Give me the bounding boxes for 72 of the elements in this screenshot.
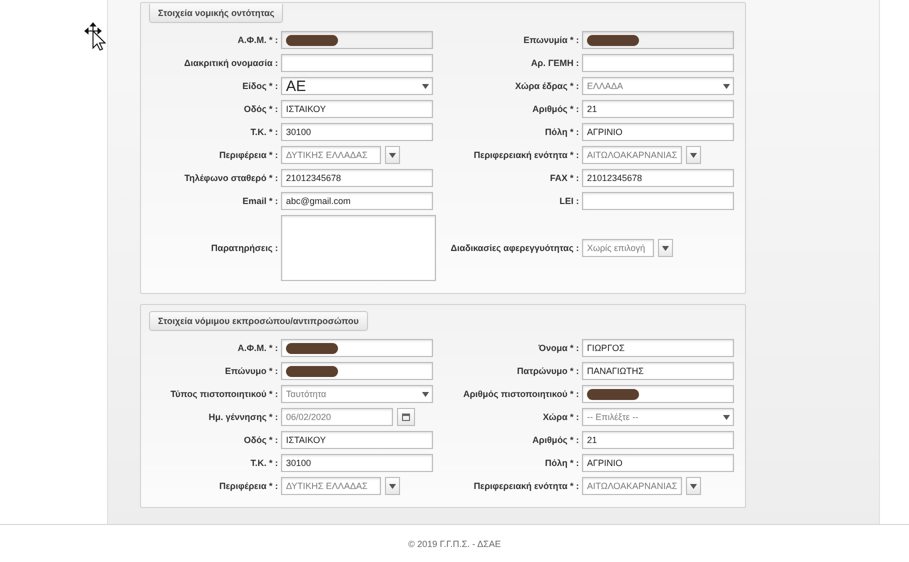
field-label: Πόλη * : [544, 458, 579, 468]
field-label: Περιφέρεια * : [218, 481, 278, 491]
field-label: Α.Φ.Μ. * : [236, 343, 278, 353]
section-title: Στοιχεία νομικής οντότητας [149, 4, 284, 23]
dropdown-arrow-icon [422, 392, 429, 396]
field-label: Τ.Κ. * : [249, 458, 278, 468]
field-label: Χώρα * : [542, 412, 579, 422]
field-label: Email * : [241, 196, 278, 206]
field-label: Οδός * : [242, 104, 278, 114]
field-label: Τηλέφωνο σταθερό * : [183, 173, 278, 183]
field-label: Ημ. γέννησης * : [208, 412, 278, 422]
input-field[interactable]: 30100 [281, 454, 433, 472]
field-label: Περιφερειακή ενότητα * : [472, 481, 579, 491]
dropdown-arrow-icon [662, 246, 669, 250]
field-label: Περιφερειακή ενότητα * : [472, 150, 579, 160]
field-label: Περιφέρεια * : [218, 150, 278, 160]
input-field[interactable]: 21012345678 [281, 169, 433, 187]
field-label: Χώρα έδρας * : [514, 81, 579, 91]
dropdown-button[interactable] [385, 146, 400, 164]
input-field[interactable] [582, 192, 734, 210]
field-label: Αριθμός * : [531, 435, 579, 445]
input-field[interactable] [281, 339, 433, 357]
dropdown-arrow-icon [690, 152, 697, 158]
input-field[interactable] [281, 54, 433, 72]
field-label: Α.Φ.Μ. * : [236, 35, 278, 45]
move-cursor-icon [84, 22, 106, 52]
input-field[interactable]: ΑΓΡΙΝΙΟ [582, 123, 734, 141]
field-label: Διακριτική ονομασία : [183, 58, 278, 68]
input-field[interactable]: 21012345678 [582, 169, 734, 187]
field-label: Αρ. ΓΕΜΗ : [530, 58, 579, 68]
input-field[interactable] [582, 54, 734, 72]
field-label: Οδός * : [242, 435, 278, 445]
input-field[interactable]: 30100 [281, 123, 433, 141]
field-label: Είδος * : [241, 81, 278, 91]
input-field[interactable]: 21 [582, 100, 734, 118]
field-label: Αριθμός πιστοποιητικού * : [462, 389, 579, 399]
input-field[interactable] [281, 362, 433, 380]
dropdown[interactable]: ΑΕ [281, 77, 433, 95]
dropdown-arrow-icon [723, 414, 730, 420]
field-label: Πόλη * : [544, 127, 579, 137]
field-label: Πατρώνυμο * : [516, 366, 579, 376]
field-label: Παρατηρήσεις : [210, 243, 278, 253]
calendar-button[interactable] [397, 408, 415, 426]
calendar-icon [402, 413, 410, 421]
field-label: Αριθμός * : [531, 104, 579, 114]
dropdown-button[interactable] [385, 477, 400, 495]
field-label: Όνομα * : [538, 343, 579, 353]
dropdown-button[interactable] [686, 146, 701, 164]
input-field[interactable]: ΑΓΡΙΝΙΟ [582, 454, 734, 472]
input-field[interactable]: ΙΣΤΑΙΚΟΥ [281, 100, 433, 118]
dropdown-arrow-icon [389, 152, 396, 158]
field-label: LEI : [558, 196, 579, 206]
copyright-text: © 2019 Γ.Γ.Π.Σ. - ΔΣΑΕ [408, 538, 501, 548]
dropdown-button[interactable] [686, 477, 701, 495]
input-field[interactable]: ΓΙΩΡΓΟΣ [582, 339, 734, 357]
dropdown-arrow-icon [690, 484, 697, 488]
field-label: Τύπος πιστοποιητικού * : [169, 389, 278, 399]
field-label: Τ.Κ. * : [249, 127, 278, 137]
field-label: FAX * : [548, 173, 579, 183]
input-field[interactable]: ΙΣΤΑΙΚΟΥ [281, 431, 433, 449]
input-field[interactable]: abc@gmail.com [281, 192, 433, 210]
input-field[interactable]: ΠΑΝΑΓΙΩΤΗΣ [582, 362, 734, 380]
field-label: Επώνυμο * : [224, 366, 278, 376]
input-field[interactable] [582, 385, 734, 403]
field-label: Διαδικασίες αφερεγγυότητας : [450, 243, 579, 253]
field-label: Επωνυμία * : [522, 35, 579, 45]
input-field[interactable]: 21 [582, 431, 734, 449]
dropdown-button[interactable] [658, 239, 673, 257]
dropdown-arrow-icon [723, 84, 730, 88]
dropdown-arrow-icon [389, 484, 396, 488]
dropdown-arrow-icon [422, 84, 429, 88]
section-title: Στοιχεία νόμιμου εκπροσώπου/αντιπροσώπου [149, 311, 368, 331]
